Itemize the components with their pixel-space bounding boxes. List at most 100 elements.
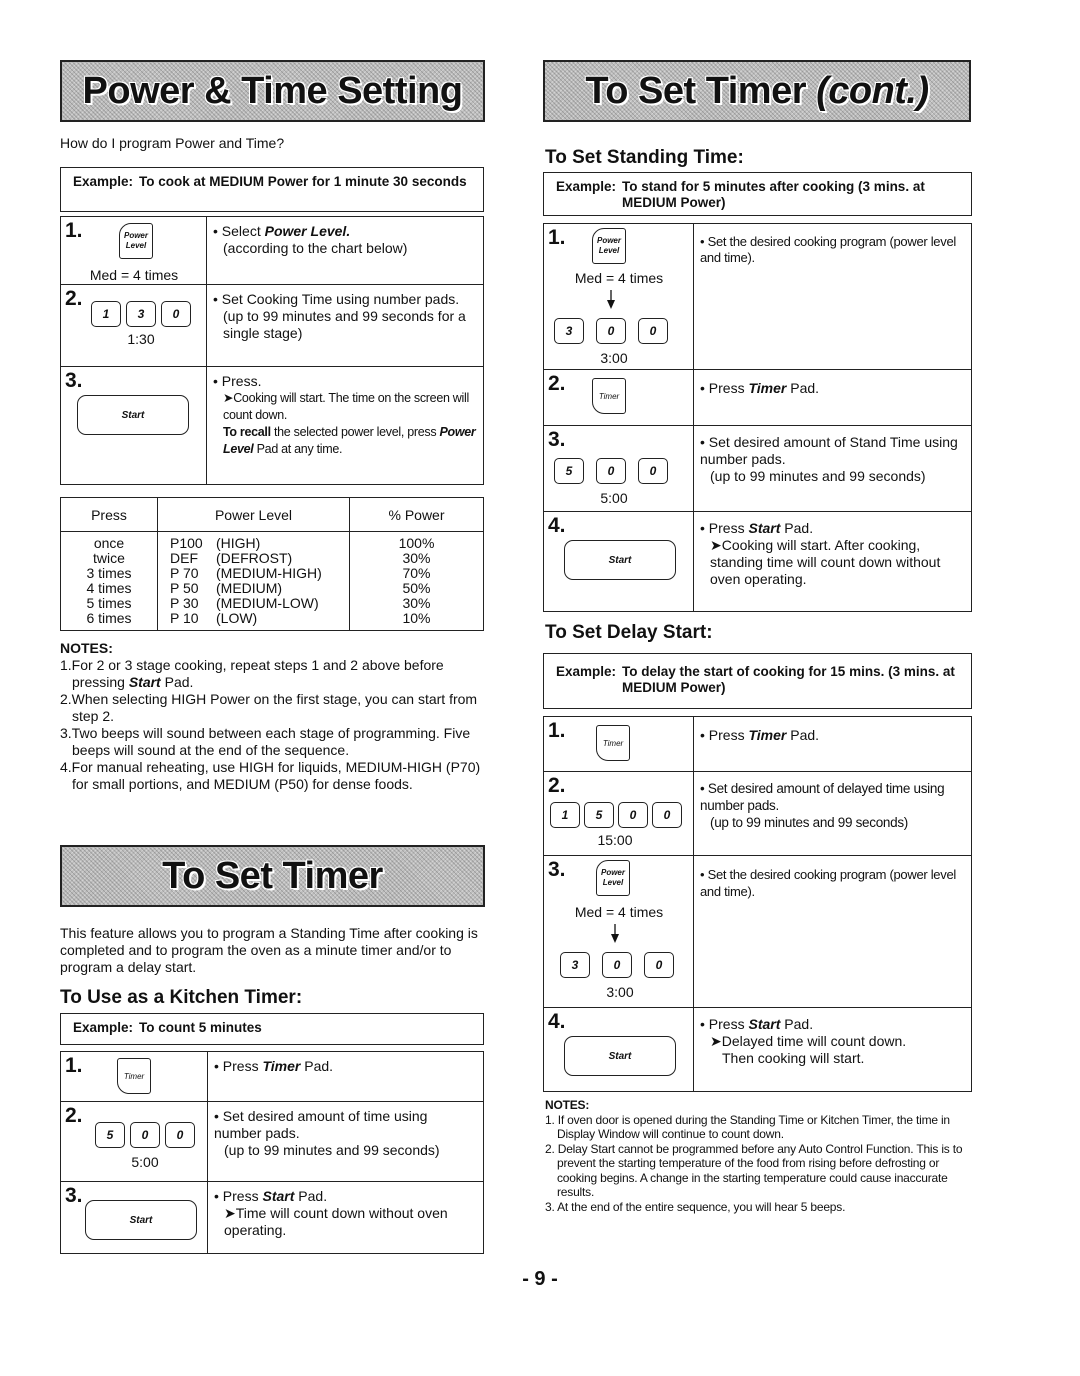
step-row: 1. Power Level Med = 4 times 3 0 0 3:00 …	[543, 223, 972, 370]
press-count: 6 times	[86, 610, 132, 626]
number-pad: 3	[126, 301, 156, 327]
kitchen-timer-heading: To Use as a Kitchen Timer:	[60, 987, 303, 1008]
number-pad: 1	[91, 301, 121, 327]
step-number: 2.	[65, 287, 83, 310]
number-pad: 3	[560, 952, 590, 978]
power-time-banner: Power & Time Setting	[60, 60, 485, 122]
number-pad: 0	[165, 1122, 195, 1148]
press-count: 4 times	[86, 580, 132, 596]
number-pads: 3 0 0	[560, 952, 674, 978]
example-box: Example: To count 5 minutes	[60, 1013, 484, 1045]
step-row: 1. Timer Press Timer Pad.	[60, 1051, 484, 1102]
step-number: 3.	[65, 1184, 83, 1207]
step-row: 4. Start Press Start Pad. ➤Delayed time …	[543, 1007, 972, 1092]
step-row: 1. Power Level Med = 4 times Select Powe…	[60, 216, 484, 285]
example-box: Example: To cook at MEDIUM Power for 1 m…	[60, 167, 484, 212]
level-column: P100 (HIGH) DEF (DEFROST) P 70 (MEDIUM-HIGH) P…	[157, 531, 350, 631]
number-pad: 0	[596, 318, 626, 344]
step-row: 4. Start Press Start Pad. ➤Cooking will …	[543, 511, 972, 612]
step-caption: 15:00	[597, 832, 633, 848]
timer-pad-icon: Timer	[117, 1058, 151, 1094]
column-header: % Power	[349, 497, 484, 532]
number-pads: 5 0 0	[95, 1122, 195, 1148]
example-text: To stand for 5 minutes after cooking (3 …	[622, 179, 925, 210]
step-note: (up to 99 minutes and 99 seconds)	[710, 468, 926, 484]
power-percent: 100%	[398, 535, 435, 551]
example-label: Example:	[556, 179, 617, 194]
down-arrow-icon	[607, 290, 615, 309]
power-percent: 30%	[402, 595, 431, 611]
table-body: once twice 3 times 4 times 5 times 6 times P1…	[60, 531, 484, 631]
step-number: 2.	[548, 372, 566, 395]
banner-title: Power & Time Setting	[82, 69, 463, 112]
pad-label: Power	[600, 868, 625, 877]
step-instruction: Set the desired cooking program (power l…	[700, 866, 965, 900]
step-number: 4.	[548, 514, 566, 537]
number-pad: 0	[638, 318, 668, 344]
step-instruction: Press Start Pad.	[700, 520, 965, 537]
step-note: (according to the chart below)	[223, 240, 408, 256]
step-number: 1.	[65, 1054, 83, 1077]
step-result: ➤Delayed time will count down.	[710, 1033, 907, 1049]
power-percent: 50%	[402, 580, 431, 596]
number-pad: 0	[161, 301, 191, 327]
number-pads: 3 0 0	[554, 318, 668, 344]
power-level-pad-icon: Power Level	[596, 860, 630, 896]
step-row: 2. Timer Press Timer Pad.	[543, 369, 972, 426]
number-pads: 5 0 0	[554, 458, 668, 484]
step-number: 1.	[548, 719, 566, 742]
step-instruction: Press Timer Pad.	[700, 727, 965, 744]
example-box: Example: To delay the start of cooking f…	[543, 653, 972, 709]
step-caption: 5:00	[600, 490, 628, 506]
number-pad: 0	[596, 458, 626, 484]
timer-intro: This feature allows you to program a Sta…	[60, 925, 478, 975]
step-instruction: Set desired amount of Stand Time using n…	[700, 434, 965, 468]
step-result: Then cooking will start.	[722, 1050, 865, 1066]
delay-start-heading: To Set Delay Start:	[545, 622, 713, 643]
note-item: 1.For 2 or 3 stage cooking, repeat steps…	[60, 657, 444, 690]
table-header: Press Power Level % Power	[60, 497, 484, 532]
column-header: Press	[60, 497, 158, 532]
example-text: To cook at MEDIUM Power for 1 minute 30 …	[139, 174, 467, 189]
delay-start-steps: 1. Timer Press Timer Pad. 2. 1 5 0 0 15:…	[543, 716, 972, 1092]
step-row: 3. Start Press. ➤Cooking will start. The…	[60, 366, 484, 485]
press-count: twice	[93, 550, 125, 566]
step-number: 3.	[548, 428, 566, 451]
step-number: 2.	[65, 1104, 83, 1127]
power-level: P100 (HIGH)	[170, 535, 261, 551]
step-caption: Med = 4 times	[574, 270, 664, 286]
notes-title: NOTES:	[60, 640, 113, 656]
power-level: P 50 (MEDIUM)	[170, 580, 283, 596]
power-level: P 30 (MEDIUM-LOW)	[170, 595, 319, 611]
step-caption: Med = 4 times	[89, 267, 179, 283]
banner-title: To Set Timer	[162, 854, 383, 897]
timer-pad-icon: Timer	[592, 378, 626, 414]
number-pad: 3	[554, 318, 584, 344]
percent-column: 100% 30% 70% 50% 30% 10%	[349, 531, 484, 631]
column-header: Power Level	[157, 497, 350, 532]
step-note: (up to 99 minutes and 99 seconds)	[710, 815, 908, 830]
banner-title: To Set Timer (cont.)	[585, 69, 929, 112]
press-count: once	[93, 535, 125, 551]
note-item: 4.For manual reheating, use HIGH for liq…	[60, 759, 481, 792]
number-pad: 0	[644, 952, 674, 978]
step-instruction: Set desired amount of time using number …	[214, 1108, 477, 1142]
step-note: (up to 99 minutes and 99 seconds)	[224, 1142, 440, 1158]
start-pad-icon: Start	[85, 1200, 197, 1240]
power-percent: 30%	[402, 550, 431, 566]
step-row: 3. 5 0 0 5:00 Set desired amount of Stan…	[543, 425, 972, 512]
step-instruction: Select Power Level.	[213, 223, 477, 240]
example-label: Example:	[73, 1020, 134, 1035]
step-row: 1. Timer Press Timer Pad.	[543, 716, 972, 772]
power-level-pad-icon: Power Level	[119, 223, 153, 259]
step-number: 3.	[65, 369, 83, 392]
notes-section: NOTES: 1.For 2 or 3 stage cooking, repea…	[60, 640, 485, 793]
power-level-pad-icon: Power Level	[592, 228, 626, 264]
step-result: ➤Cooking will start. After cooking, stan…	[710, 537, 941, 587]
step-instruction: Set Cooking Time using number pads.	[213, 291, 477, 308]
step-instruction: Set desired amount of delayed time using…	[700, 780, 965, 814]
step-number: 2.	[548, 774, 566, 797]
step-row: 2. 5 0 0 5:00 Set desired amount of time…	[60, 1101, 484, 1182]
notes-title: NOTES:	[545, 1098, 590, 1112]
power-time-steps: 1. Power Level Med = 4 times Select Powe…	[60, 216, 484, 485]
